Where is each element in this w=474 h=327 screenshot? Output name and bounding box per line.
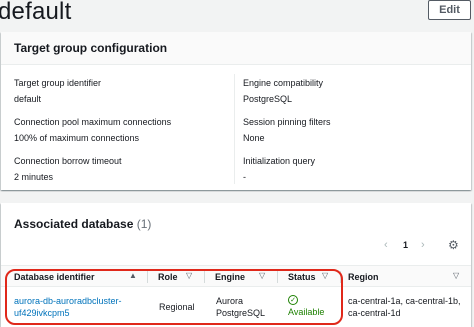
column-header-engine[interactable]: Engine xyxy=(215,272,245,282)
column-header-database-identifier[interactable]: Database identifier xyxy=(14,272,95,282)
associated-database-panel: Associated database (1) ‹ 1 › ⚙ Database… xyxy=(1,203,471,327)
field-value: None xyxy=(243,133,265,143)
sort-ascending-icon[interactable]: ▲ xyxy=(129,271,137,280)
column-divider xyxy=(234,74,235,184)
field-key: Session pinning filters xyxy=(243,117,331,127)
sort-icon[interactable]: ▽ xyxy=(186,271,192,280)
sort-icon[interactable]: ▽ xyxy=(322,271,328,280)
field-key: Connection pool maximum connections xyxy=(14,117,172,127)
page-number[interactable]: 1 xyxy=(403,240,408,250)
sort-icon[interactable]: ▽ xyxy=(453,271,459,280)
role-cell: Regional xyxy=(159,302,195,312)
column-header-region[interactable]: Region xyxy=(348,272,379,282)
associated-count: (1) xyxy=(136,217,152,231)
chevron-left-icon[interactable]: ‹ xyxy=(384,239,388,251)
chevron-right-icon[interactable]: › xyxy=(421,239,425,251)
identifier-line[interactable]: uf429ivkcpm5 xyxy=(14,307,122,319)
field-key: Target group identifier xyxy=(14,78,102,88)
region-line: ca-central-1d xyxy=(348,308,401,318)
column-header-role[interactable]: Role xyxy=(158,272,178,282)
field-target-group-identifier: Target group identifier default xyxy=(14,77,101,105)
config-header: Target group configuration xyxy=(1,32,471,65)
field-connection-pool-max: Connection pool maximum connections 100%… xyxy=(14,116,171,144)
field-value: PostgreSQL xyxy=(243,94,293,104)
field-value: 2 minutes xyxy=(14,172,54,182)
field-value: - xyxy=(243,172,246,182)
sort-icon[interactable]: ▽ xyxy=(259,271,265,280)
associated-title-text: Associated database xyxy=(14,217,134,231)
page-title: default xyxy=(0,0,72,25)
field-value: 100% of maximum connections xyxy=(14,133,140,143)
status-text: Available xyxy=(288,307,325,317)
check-circle-icon: ✓ xyxy=(288,295,298,305)
column-separator xyxy=(147,271,148,283)
engine-line: PostgreSQL xyxy=(216,308,266,318)
column-separator xyxy=(340,271,341,283)
region-cell: ca-central-1a, ca-central-1b, ca-central… xyxy=(348,295,461,319)
target-group-config-panel: Target group configuration Target group … xyxy=(1,32,471,190)
field-value: default xyxy=(14,94,42,104)
field-key: Connection borrow timeout xyxy=(14,156,122,166)
field-connection-borrow-timeout: Connection borrow timeout 2 minutes xyxy=(14,155,122,183)
column-header-status[interactable]: Status xyxy=(288,272,316,282)
identifier-line[interactable]: aurora-db-auroradbcluster- xyxy=(14,295,122,307)
column-separator xyxy=(277,271,278,283)
field-key: Engine compatibility xyxy=(243,78,324,88)
status-cell: ✓ Available xyxy=(288,295,324,318)
region-line: ca-central-1a, ca-central-1b, xyxy=(348,296,461,306)
edit-button[interactable]: Edit xyxy=(428,0,471,20)
associated-title: Associated database (1) xyxy=(14,217,151,231)
field-initialization-query: Initialization query - xyxy=(243,155,315,183)
database-identifier-link[interactable]: aurora-db-auroradbcluster- uf429ivkcpm5 xyxy=(14,295,122,319)
config-title: Target group configuration xyxy=(14,41,168,55)
field-session-pinning-filters: Session pinning filters None xyxy=(243,116,331,144)
field-key: Initialization query xyxy=(243,156,316,166)
gear-icon[interactable]: ⚙ xyxy=(448,238,459,252)
column-separator xyxy=(204,271,205,283)
engine-cell: Aurora PostgreSQL xyxy=(216,295,265,319)
table-header: Database identifier ▲ Role ▽ Engine ▽ St… xyxy=(1,265,471,287)
field-engine-compatibility: Engine compatibility PostgreSQL xyxy=(243,77,323,105)
engine-line: Aurora xyxy=(216,296,244,306)
